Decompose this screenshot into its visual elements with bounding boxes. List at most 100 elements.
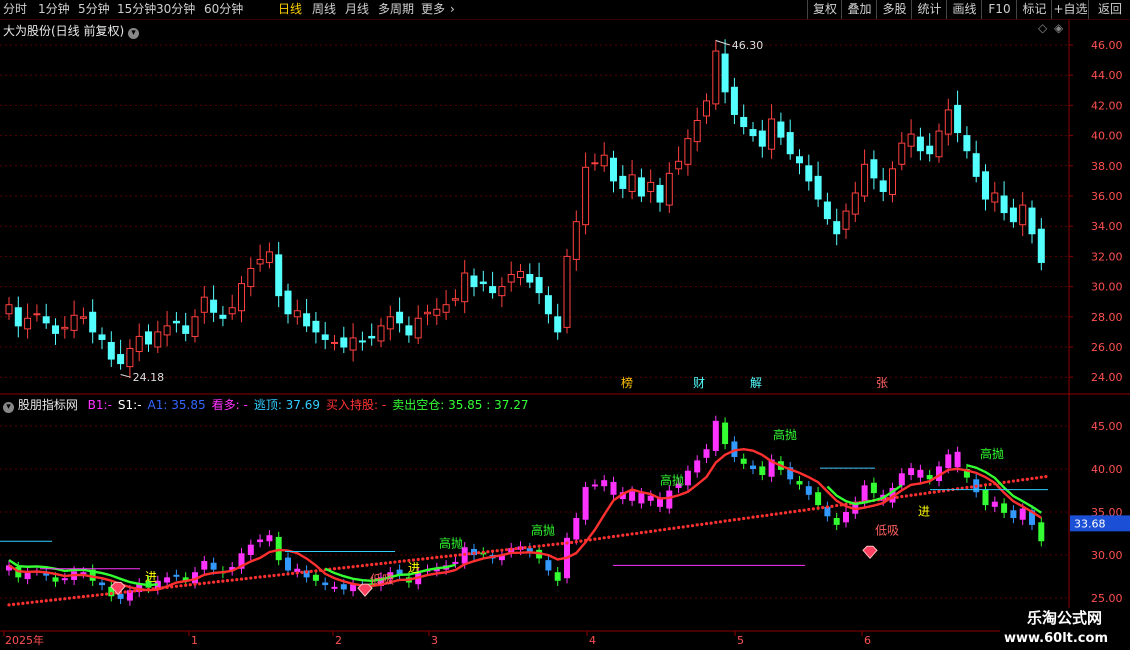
toolbar-button-7[interactable]: +自选 (1051, 0, 1089, 19)
main-panel-title: 大为股份(日线 前复权) ▾ (3, 22, 140, 39)
watermark: 乐淘公式网 www.60lt.com (1000, 608, 1130, 650)
toolbar-button-3[interactable]: 统计 (911, 0, 947, 19)
candle (461, 272, 469, 303)
support-dot (300, 570, 304, 574)
candle (600, 154, 608, 167)
period-7[interactable]: 周线 (312, 1, 336, 18)
support-dot (639, 531, 644, 535)
support-dot (430, 556, 434, 560)
support-dot (53, 598, 58, 602)
ind-bar (805, 486, 812, 495)
support-dot (105, 592, 109, 596)
high-sell-label: 高抛 (660, 472, 684, 487)
candle (758, 130, 766, 147)
trend-line (8, 448, 1042, 592)
indicator-tick-label: 40.00 (1091, 463, 1123, 476)
support-dot (686, 524, 690, 528)
period-4[interactable]: 30分钟 (156, 1, 195, 18)
candle (637, 177, 645, 197)
period-10[interactable]: 更多 (421, 1, 445, 18)
candle (842, 210, 850, 230)
support-dot (556, 542, 560, 546)
candle (563, 255, 571, 328)
support-dot (67, 596, 71, 600)
support-dot (12, 602, 16, 606)
support-dot (486, 550, 490, 554)
candle (703, 100, 710, 117)
candle (377, 325, 385, 342)
period-1[interactable]: 1分钟 (38, 1, 70, 18)
event-marker-2[interactable]: 解 (750, 376, 762, 390)
legend-item-0: B1:- (87, 398, 112, 412)
support-dot (1044, 475, 1048, 479)
toolbar-button-0[interactable]: 复权 (807, 0, 842, 19)
support-dot (360, 564, 364, 568)
candle (489, 286, 497, 294)
support-dot (1021, 478, 1025, 482)
support-dot (230, 578, 234, 582)
event-marker-1[interactable]: 财 (693, 376, 705, 390)
support-dot (1016, 478, 1020, 483)
toolbar-button-2[interactable]: 多股 (876, 0, 912, 19)
candle (52, 325, 59, 334)
support-dot (644, 530, 648, 534)
candle (498, 286, 506, 297)
support-dot (965, 485, 969, 490)
candle (33, 313, 41, 316)
toolbar-button-6[interactable]: 标记 (1016, 0, 1052, 19)
period-toolbar: 分时 1分钟 5分钟 15分钟 30分钟 60分钟 日线 周线 月线 多周期 更多 › 复权 叠加 多股 统计… (0, 0, 1130, 20)
support-dot (393, 560, 397, 564)
support-dot (797, 509, 802, 513)
toolbar-button-1[interactable]: 叠加 (841, 0, 877, 19)
candle (340, 337, 348, 348)
ind-bar (740, 458, 747, 464)
period-5[interactable]: 60分钟 (204, 1, 243, 18)
candle (433, 308, 441, 316)
support-dot (356, 564, 360, 568)
toolbar-button-5[interactable]: F10 (981, 0, 1017, 19)
candle (228, 307, 236, 315)
period-8[interactable]: 月线 (345, 1, 369, 18)
support-dot (198, 582, 202, 586)
candle (5, 304, 13, 315)
ind-bar (573, 518, 580, 540)
more-chevron-icon[interactable]: › (450, 1, 455, 18)
candle (1000, 195, 1008, 214)
candle (172, 320, 180, 324)
candle (1028, 207, 1036, 235)
support-dot (635, 531, 639, 536)
period-0[interactable]: 分时 (3, 1, 27, 18)
candle (628, 174, 636, 192)
enter-label: 进 (145, 570, 157, 584)
indicator-name[interactable]: 股朋指标网 (18, 398, 78, 412)
toolbar-button-4[interactable]: 画线 (946, 0, 982, 19)
support-dot (100, 592, 104, 597)
support-dot (77, 595, 81, 599)
indicator-dropdown-icon[interactable]: ▾ (3, 402, 14, 413)
support-dot (537, 544, 541, 548)
diamond-icon[interactable]: ◇ (1038, 21, 1047, 35)
support-dot (597, 536, 602, 541)
toolbar-button-8[interactable]: 返回 (1088, 0, 1130, 19)
ind-bar (331, 586, 338, 589)
support-dot (193, 582, 197, 586)
support-dot (239, 577, 244, 581)
ind-bar (285, 557, 291, 571)
support-dot (212, 580, 216, 584)
event-marker-3[interactable]: 张 (876, 376, 888, 390)
support-dot (616, 534, 620, 538)
ind-bar (266, 535, 273, 542)
period-2[interactable]: 5分钟 (78, 1, 110, 18)
period-9[interactable]: 多周期 (378, 1, 414, 18)
support-dot (709, 521, 713, 525)
period-3[interactable]: 15分钟 (117, 1, 156, 18)
candle (1037, 228, 1045, 263)
support-dot (398, 559, 402, 564)
event-marker-0[interactable]: 榜 (621, 375, 633, 390)
support-dot (216, 580, 220, 584)
add-icon[interactable]: ◈ (1054, 21, 1063, 35)
title-dropdown-icon[interactable]: ▾ (128, 28, 140, 39)
support-dot (346, 565, 350, 569)
period-6[interactable]: 日线 (278, 1, 302, 18)
support-dot (681, 525, 685, 529)
